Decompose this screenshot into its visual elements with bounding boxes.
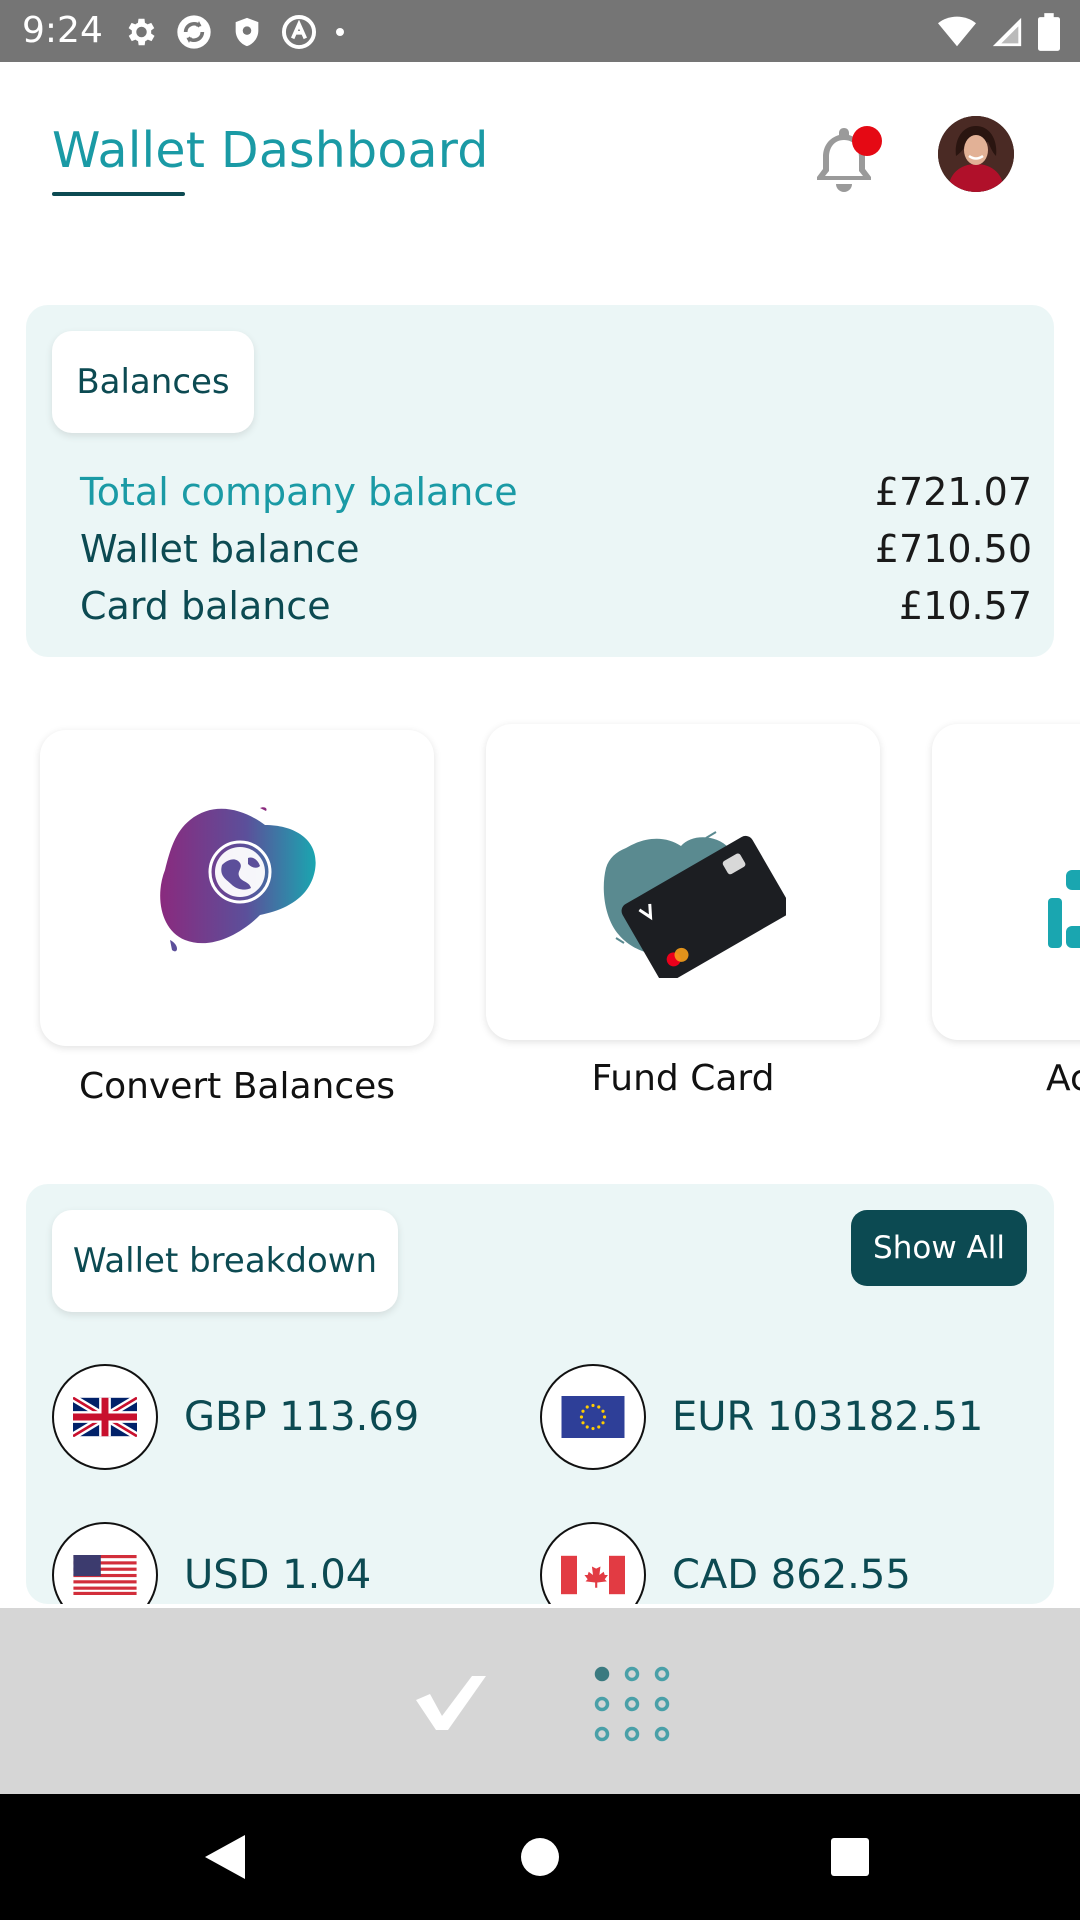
eu-star [585, 1405, 589, 1409]
grid-menu-icon[interactable] [590, 1662, 674, 1746]
eu-star [581, 1409, 585, 1413]
partial-action-label[interactable]: Ac [1046, 1058, 1080, 1099]
app-logo-icon[interactable] [410, 1664, 490, 1744]
at-sign-icon [281, 14, 317, 50]
fund-card-tile[interactable] [486, 724, 880, 1040]
partial-action-tile[interactable] [932, 724, 1080, 1040]
canada-flag-icon [561, 1555, 625, 1595]
eu-star [597, 1425, 601, 1429]
balances-section-label: Balances [52, 331, 254, 433]
status-icons-right [938, 12, 1060, 52]
eu-star [601, 1421, 605, 1425]
balance-row-total: Total company balance £721.07 [80, 467, 1032, 517]
bottom-bar [0, 1608, 1080, 1794]
balance-label: Total company balance [80, 470, 518, 514]
balance-row-card: Card balance £10.57 [80, 581, 1032, 631]
status-time: 9:24 [22, 10, 103, 51]
sync-icon [177, 15, 211, 49]
balance-row-wallet: Wallet balance £710.50 [80, 524, 1032, 574]
recents-icon [831, 1838, 869, 1876]
currency-item-cad[interactable]: CAD 862.55 [540, 1522, 911, 1604]
balance-value: £10.57 [899, 584, 1032, 628]
eu-star [579, 1415, 584, 1419]
balance-value: £710.50 [874, 527, 1032, 571]
globe-icon [160, 807, 316, 952]
currency-item-usd[interactable]: USD 1.04 [52, 1522, 371, 1604]
recents-button[interactable] [815, 1824, 885, 1890]
show-all-button[interactable]: Show All [851, 1210, 1027, 1286]
wallet-breakdown-card: Wallet breakdown Show All GBP 113.69 EUR… [26, 1184, 1054, 1604]
battery-icon [1038, 13, 1060, 51]
dot-icon [336, 28, 344, 36]
currency-amount: EUR 103182.51 [672, 1394, 984, 1440]
currency-item-gbp[interactable]: GBP 113.69 [52, 1364, 419, 1470]
eu-star [602, 1415, 607, 1419]
flag-circle [52, 1522, 158, 1604]
balance-label: Card balance [80, 584, 331, 628]
avatar[interactable] [938, 116, 1014, 192]
eu-star [591, 1426, 595, 1431]
balance-value: £721.07 [874, 470, 1032, 514]
flag-circle [540, 1522, 646, 1604]
eu-star [585, 1425, 589, 1429]
android-nav-bar [0, 1794, 1080, 1920]
wifi-icon [938, 16, 976, 47]
flag-circle [52, 1364, 158, 1470]
back-icon [205, 1835, 245, 1879]
status-bar: 9:24 [0, 0, 1080, 62]
balances-card: Balances Total company balance £721.07 W… [26, 305, 1054, 657]
uk-flag-icon [73, 1397, 137, 1437]
cellular-signal-icon [992, 17, 1022, 47]
balance-label: Wallet balance [80, 527, 360, 571]
flag-circle [540, 1364, 646, 1470]
eu-star [591, 1403, 595, 1408]
card-icon [603, 831, 786, 978]
back-button[interactable] [190, 1824, 260, 1890]
shield-icon [235, 17, 259, 47]
currency-amount: CAD 862.55 [672, 1552, 911, 1598]
eu-star [597, 1405, 601, 1409]
currency-item-eur[interactable]: EUR 103182.51 [540, 1364, 983, 1470]
notification-badge [852, 126, 882, 156]
home-icon [521, 1838, 559, 1876]
eu-flag-icon [561, 1396, 625, 1438]
currency-amount: GBP 113.69 [184, 1394, 420, 1440]
currency-amount: USD 1.04 [184, 1552, 372, 1598]
gear-icon [128, 18, 155, 46]
eu-star [581, 1421, 585, 1425]
partial-tile-icon [1048, 870, 1080, 948]
fund-card-label[interactable]: Fund Card [486, 1058, 880, 1099]
convert-balances-tile[interactable] [40, 730, 434, 1046]
status-icons-left [122, 12, 346, 52]
title-underline [52, 192, 185, 196]
us-flag-icon [73, 1555, 137, 1595]
page-title: Wallet Dashboard [52, 122, 489, 179]
eu-star [601, 1409, 605, 1413]
wallet-breakdown-label: Wallet breakdown [52, 1210, 398, 1312]
home-button[interactable] [505, 1824, 575, 1890]
convert-balances-label[interactable]: Convert Balances [40, 1066, 434, 1107]
